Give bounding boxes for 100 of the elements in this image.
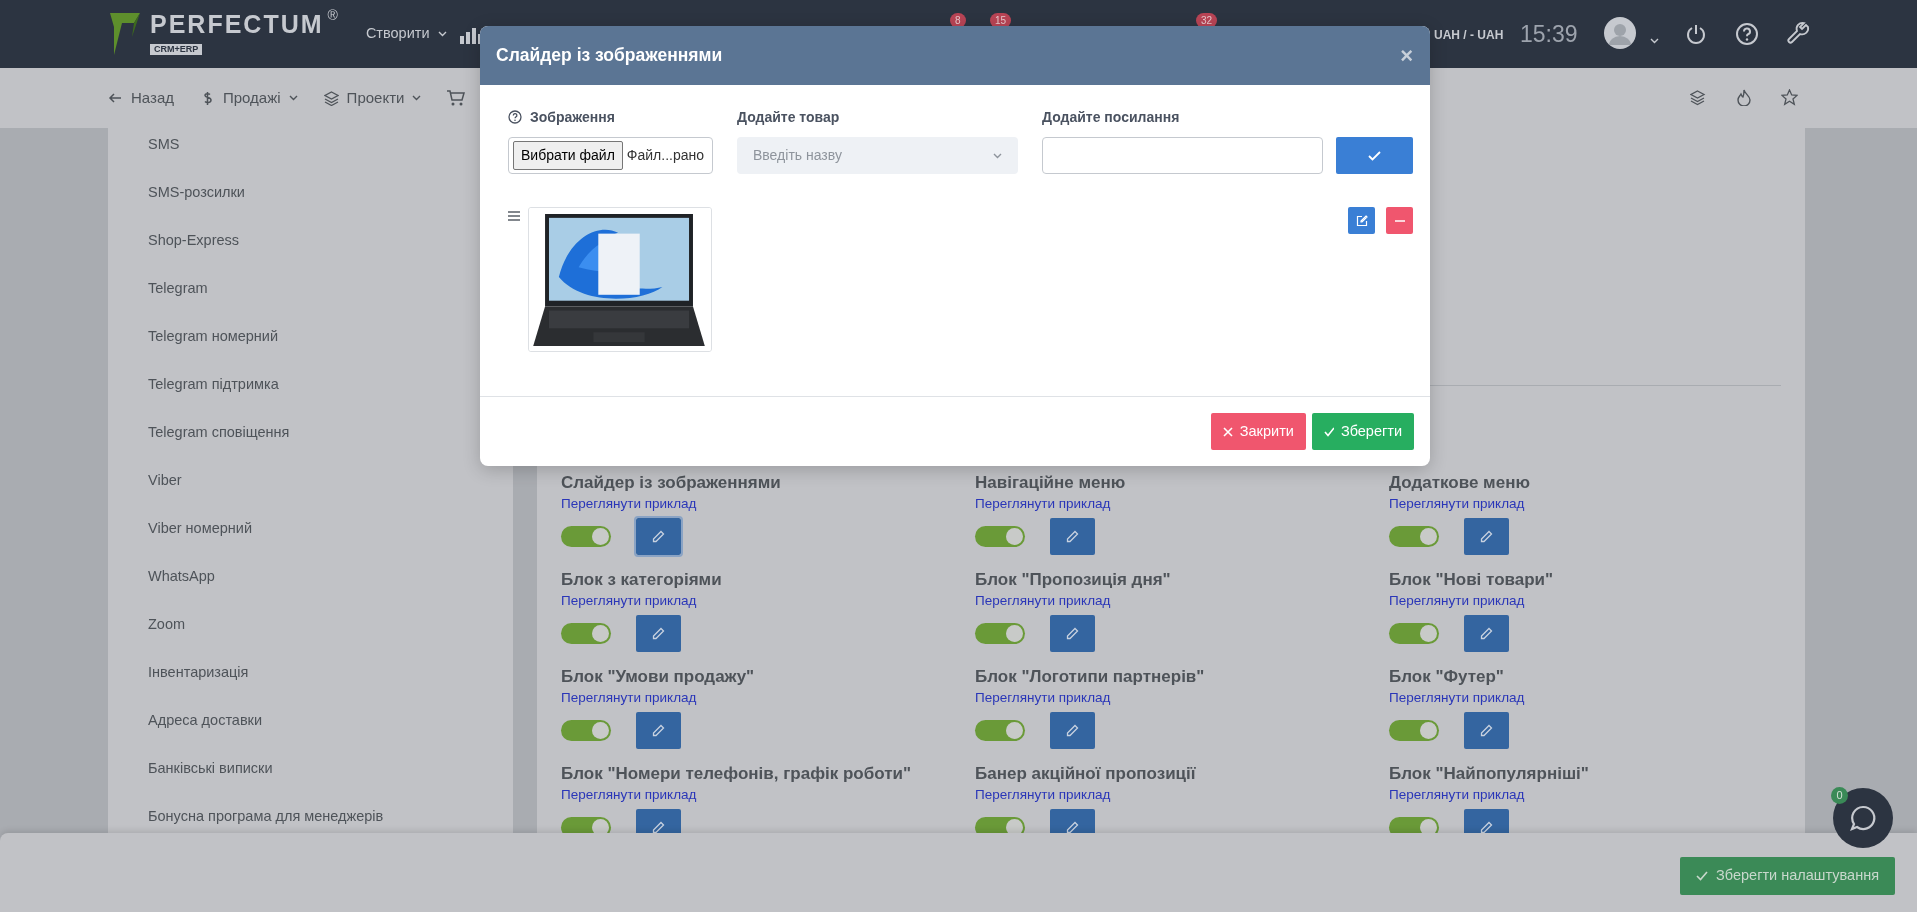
- block-title: Банер акційної пропозиції: [975, 764, 1197, 784]
- product-select[interactable]: Введіть назву: [737, 137, 1018, 174]
- flame-icon: [1737, 89, 1751, 106]
- check-icon: [1696, 870, 1709, 881]
- toolbar-menu[interactable]: Продажі: [200, 86, 298, 110]
- sidebar-item[interactable]: Банківські виписки: [148, 760, 273, 776]
- edit-button[interactable]: [636, 518, 681, 555]
- block-title: Навігаційне меню: [975, 473, 1127, 493]
- sidebar-item[interactable]: Viber: [148, 472, 182, 488]
- toggle-switch[interactable]: [975, 720, 1025, 741]
- toggle-switch[interactable]: [975, 526, 1025, 547]
- file-input[interactable]: Вибрати файл Файл...рано: [508, 137, 713, 174]
- sidebar-item[interactable]: WhatsApp: [148, 568, 215, 584]
- cart-icon: [447, 90, 466, 106]
- sidebar-item[interactable]: Бонусна програма для менеджерів: [148, 808, 384, 824]
- block-title: Блок "Логотипи партнерів": [975, 667, 1206, 687]
- modal-title: Слайдер із зображеннями: [496, 44, 723, 68]
- example-link[interactable]: Переглянути приклад: [975, 495, 1111, 513]
- example-link[interactable]: Переглянути приклад: [1389, 689, 1525, 707]
- pencil-icon: [652, 724, 665, 737]
- block-title: Блок "Нові товари": [1389, 570, 1555, 590]
- edit-button[interactable]: [1464, 615, 1509, 652]
- power-icon: [1685, 23, 1707, 45]
- edit-button[interactable]: [636, 712, 681, 749]
- toggle-switch[interactable]: [975, 623, 1025, 644]
- sidebar-item[interactable]: Viber номерний: [148, 520, 252, 536]
- edit-icon: [1355, 214, 1368, 227]
- block-title: Блок "Номери телефонів, графік роботи": [561, 764, 913, 784]
- edit-button[interactable]: [1348, 207, 1375, 234]
- edit-button[interactable]: [1464, 518, 1509, 555]
- close-icon: [1222, 426, 1233, 437]
- sidebar-item[interactable]: Zoom: [148, 616, 186, 632]
- save-settings-button[interactable]: Зберегти налаштування: [1680, 857, 1895, 895]
- check-icon: [1368, 150, 1381, 161]
- sidebar-item[interactable]: Shop-Express: [148, 232, 240, 248]
- sidebar-item[interactable]: Telegram підтримка: [148, 376, 279, 392]
- example-link[interactable]: Переглянути приклад: [1389, 786, 1525, 804]
- example-link[interactable]: Переглянути приклад: [561, 689, 697, 707]
- pencil-icon: [1066, 627, 1079, 640]
- example-link[interactable]: Переглянути приклад: [1389, 495, 1525, 513]
- wrench-icon: [1786, 21, 1810, 45]
- field-label: Додайте посилання: [1042, 107, 1180, 127]
- block-title: Блок з категоріями: [561, 570, 723, 590]
- save-button[interactable]: Зберегти: [1311, 413, 1414, 450]
- help-icon: [1735, 22, 1759, 46]
- example-link[interactable]: Переглянути приклад: [1389, 592, 1525, 610]
- field-label: Зображення: [530, 107, 615, 127]
- example-link[interactable]: Переглянути приклад: [561, 495, 697, 513]
- remove-button[interactable]: [1386, 207, 1413, 234]
- block-title: Додаткове меню: [1389, 473, 1531, 493]
- pencil-icon: [652, 530, 665, 543]
- avatar-icon: [1604, 17, 1636, 49]
- example-link[interactable]: Переглянути приклад: [975, 786, 1111, 804]
- toggle-switch[interactable]: [1389, 623, 1439, 644]
- edit-button[interactable]: [1050, 712, 1095, 749]
- toolbar-menu[interactable]: Проекти: [323, 86, 422, 110]
- registered-mark: ®: [327, 5, 338, 25]
- toggle-switch[interactable]: [1389, 526, 1439, 547]
- toggle-switch[interactable]: [561, 623, 611, 644]
- sidebar-item[interactable]: SMS-розсилки: [148, 184, 245, 200]
- minus-icon: [1394, 219, 1405, 222]
- chat-bubble-icon: [1849, 804, 1877, 832]
- currency-label: UAH / - UAH: [1434, 27, 1504, 44]
- example-link[interactable]: Переглянути приклад: [561, 592, 697, 610]
- pencil-icon: [1480, 821, 1493, 833]
- sidebar-item[interactable]: Telegram сповіщення: [148, 424, 290, 440]
- drag-handle-icon: [508, 211, 520, 221]
- logo-tagline: CRM+ERP: [150, 43, 203, 55]
- pencil-icon: [1480, 530, 1493, 543]
- toggle-switch[interactable]: [561, 817, 611, 833]
- toggle-switch[interactable]: [561, 526, 611, 547]
- sidebar-item[interactable]: Адреса доставки: [148, 712, 263, 728]
- block-title: Блок "Пропозиція дня": [975, 570, 1172, 590]
- example-link[interactable]: Переглянути приклад: [975, 592, 1111, 610]
- caret-icon: [437, 31, 447, 37]
- sidebar-item[interactable]: Telegram: [148, 280, 208, 296]
- caret-icon: [1650, 38, 1659, 45]
- edit-button[interactable]: [1050, 518, 1095, 555]
- edit-button[interactable]: [1050, 615, 1095, 652]
- toolbar-menu[interactable]: Назад: [108, 86, 174, 110]
- sidebar-item[interactable]: Інвентаризація: [148, 664, 249, 680]
- edit-button[interactable]: [1464, 712, 1509, 749]
- toggle-switch[interactable]: [1389, 720, 1439, 741]
- pencil-icon: [652, 821, 665, 833]
- cancel-button[interactable]: Закрити: [1210, 413, 1306, 450]
- toggle-switch[interactable]: [561, 720, 611, 741]
- toggle-switch[interactable]: [975, 817, 1025, 833]
- close-button[interactable]: ×: [1400, 44, 1413, 67]
- create-menu[interactable]: Створити: [365, 23, 447, 45]
- toggle-switch[interactable]: [1389, 817, 1439, 833]
- sidebar-item[interactable]: SMS: [148, 136, 180, 152]
- example-link[interactable]: Переглянути приклад: [561, 786, 697, 804]
- sidebar-item[interactable]: Telegram номерний: [148, 328, 279, 344]
- pencil-icon: [1066, 821, 1079, 833]
- block-title: Блок "Умови продажу": [561, 667, 756, 687]
- link-input[interactable]: [1042, 137, 1323, 174]
- edit-button[interactable]: [636, 615, 681, 652]
- example-link[interactable]: Переглянути приклад: [975, 689, 1111, 707]
- pencil-icon: [1066, 530, 1079, 543]
- logo-text: PERFECTUM: [150, 10, 324, 37]
